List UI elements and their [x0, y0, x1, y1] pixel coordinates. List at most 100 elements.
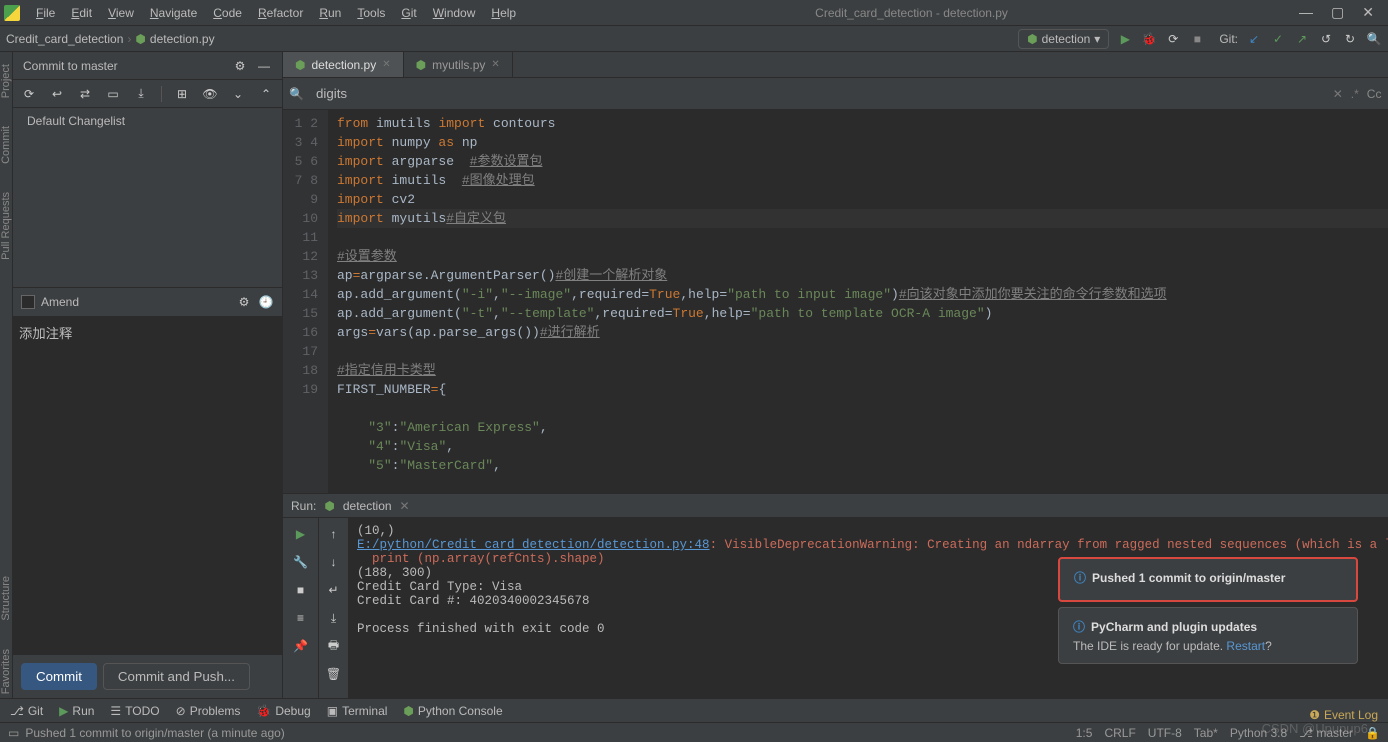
pull-requests-tool-button[interactable]: Pull Requests [0, 188, 12, 264]
minimize-button[interactable]: — [1299, 4, 1313, 21]
match-case-toggle[interactable]: Cc [1367, 87, 1382, 101]
git-tool-button[interactable]: ⎇Git [10, 704, 43, 718]
commit-settings-icon[interactable]: ⚙ [232, 58, 248, 74]
menu-tools[interactable]: Tools [349, 3, 393, 23]
amend-label: Amend [41, 295, 79, 309]
git-rollback-button[interactable]: ↻ [1342, 31, 1358, 47]
breadcrumb-root[interactable]: Credit_card_detection [6, 32, 123, 46]
expand-icon[interactable]: ⌄ [230, 86, 246, 102]
run-tool-button[interactable]: ▶Run [59, 704, 94, 718]
status-message: Pushed 1 commit to origin/master (a minu… [25, 726, 284, 740]
commit-msg-settings-icon[interactable]: ⚙ [236, 294, 252, 310]
python-file-icon: ⬢ [135, 32, 145, 46]
search-icon: 🔍 [289, 87, 304, 101]
git-update-button[interactable]: ↙ [1246, 31, 1262, 47]
notification-pushed[interactable]: ⓘPushed 1 commit to origin/master [1058, 557, 1358, 602]
run-config-selector[interactable]: ⬢ detection ▾ [1018, 29, 1109, 49]
commit-tool-button[interactable]: Commit [0, 122, 12, 168]
preview-icon[interactable]: 👁 [202, 86, 218, 102]
debug-tool-button[interactable]: 🐞Debug [256, 704, 310, 718]
collapse-icon[interactable]: ⌃ [258, 86, 274, 102]
event-log-button[interactable]: ❶Event Log [1309, 708, 1378, 722]
editor-tab-myutils-py[interactable]: ⬢myutils.py✕ [404, 52, 513, 77]
close-run-tab-icon[interactable]: ✕ [400, 499, 410, 513]
editor-tab-detection-py[interactable]: ⬢detection.py✕ [283, 52, 404, 77]
problems-icon: ⊘ [176, 704, 186, 718]
soft-wrap-icon[interactable]: ↵ [326, 582, 342, 598]
run-tool-icon[interactable]: 🔧 [293, 554, 309, 570]
git-branch-icon: ⎇ [10, 704, 24, 718]
breadcrumb[interactable]: Credit_card_detection › ⬢ detection.py [6, 32, 215, 46]
search-everywhere-button[interactable]: 🔍 [1366, 31, 1382, 47]
find-regex-toggle[interactable]: .* [1351, 87, 1359, 101]
print-icon[interactable]: 🖶 [326, 638, 342, 654]
rerun-button[interactable]: ▶ [293, 526, 309, 542]
menu-view[interactable]: View [100, 3, 142, 23]
git-history-button[interactable]: ↺ [1318, 31, 1334, 47]
find-input[interactable] [312, 82, 1325, 105]
commit-button[interactable]: Commit [21, 663, 97, 690]
run-pin-icon[interactable]: 📌 [293, 638, 309, 654]
refresh-icon[interactable]: ⟳ [21, 86, 37, 102]
menu-refactor[interactable]: Refactor [250, 3, 311, 23]
python-console-tool-button[interactable]: ⬢Python Console [403, 704, 502, 718]
stop-button[interactable]: ■ [1189, 31, 1205, 47]
run-layout-icon[interactable]: ≡ [293, 610, 309, 626]
python-icon: ⬢ [324, 499, 334, 513]
line-sep[interactable]: CRLF [1104, 726, 1135, 740]
menu-help[interactable]: Help [483, 3, 524, 23]
commit-history-icon[interactable]: 🕘 [258, 294, 274, 310]
git-commit-button[interactable]: ✓ [1270, 31, 1286, 47]
menu-run[interactable]: Run [311, 3, 349, 23]
indent[interactable]: Tab* [1194, 726, 1218, 740]
run-actions-gutter: ▶ 🔧 ■ ≡ 📌 [283, 518, 319, 698]
breadcrumb-sep-icon: › [127, 32, 131, 46]
menu-git[interactable]: Git [393, 3, 424, 23]
structure-tool-button[interactable]: Structure [0, 572, 12, 625]
run-button[interactable]: ▶ [1117, 31, 1133, 47]
clear-icon[interactable]: 🗑 [326, 666, 342, 682]
rollback-icon[interactable]: ↩ [49, 86, 65, 102]
scroll-down-icon[interactable]: ↓ [326, 554, 342, 570]
project-tool-button[interactable]: Project [0, 60, 12, 102]
scroll-up-icon[interactable]: ↑ [326, 526, 342, 542]
scroll-to-end-icon[interactable]: ⤓ [326, 610, 342, 626]
breadcrumb-file[interactable]: detection.py [150, 32, 215, 46]
menu-code[interactable]: Code [205, 3, 250, 23]
terminal-tool-button[interactable]: ▣Terminal [327, 704, 388, 718]
todo-tool-button[interactable]: ☰TODO [110, 704, 159, 718]
changelist-icon[interactable]: ▭ [105, 86, 121, 102]
notification-update[interactable]: ⓘPyCharm and plugin updates The IDE is r… [1058, 607, 1358, 664]
todo-icon: ☰ [110, 704, 121, 718]
group-icon[interactable]: ⊞ [174, 86, 190, 102]
caret-position[interactable]: 1:5 [1076, 726, 1093, 740]
bottom-toolwindow-bar: ⎇Git ▶Run ☰TODO ⊘Problems 🐞Debug ▣Termin… [0, 698, 1388, 722]
favorites-tool-button[interactable]: Favorites [0, 645, 12, 698]
menu-navigate[interactable]: Navigate [142, 3, 205, 23]
commit-message-input[interactable] [13, 317, 282, 654]
find-clear-icon[interactable]: ✕ [1333, 87, 1343, 101]
commit-hide-icon[interactable]: — [256, 58, 272, 74]
menu-window[interactable]: Window [425, 3, 484, 23]
commit-and-push-button[interactable]: Commit and Push... [103, 663, 250, 690]
run-config-title: detection [343, 499, 392, 513]
code-editor[interactable]: from imutils import contoursimport numpy… [329, 110, 1388, 493]
stop-run-button[interactable]: ■ [293, 582, 309, 598]
debug-button[interactable]: 🐞 [1141, 31, 1157, 47]
problems-tool-button[interactable]: ⊘Problems [176, 704, 241, 718]
amend-checkbox[interactable] [21, 295, 35, 309]
encoding[interactable]: UTF-8 [1148, 726, 1182, 740]
shelve-icon[interactable]: ⤓ [133, 86, 149, 102]
default-changelist[interactable]: Default Changelist [13, 108, 282, 288]
menu-file[interactable]: File [28, 3, 63, 23]
run-with-coverage-button[interactable]: ⟳ [1165, 31, 1181, 47]
diff-icon[interactable]: ⇄ [77, 86, 93, 102]
status-toggle-icon[interactable]: ▭ [8, 726, 19, 740]
git-push-button[interactable]: ↗ [1294, 31, 1310, 47]
restart-link[interactable]: Restart [1226, 639, 1265, 653]
notification-update-body: The IDE is ready for update. Restart? [1073, 639, 1343, 653]
menu-edit[interactable]: Edit [63, 3, 100, 23]
maximize-button[interactable]: ▢ [1331, 4, 1344, 21]
terminal-icon: ▣ [327, 704, 338, 718]
close-button[interactable]: ✕ [1362, 4, 1374, 21]
